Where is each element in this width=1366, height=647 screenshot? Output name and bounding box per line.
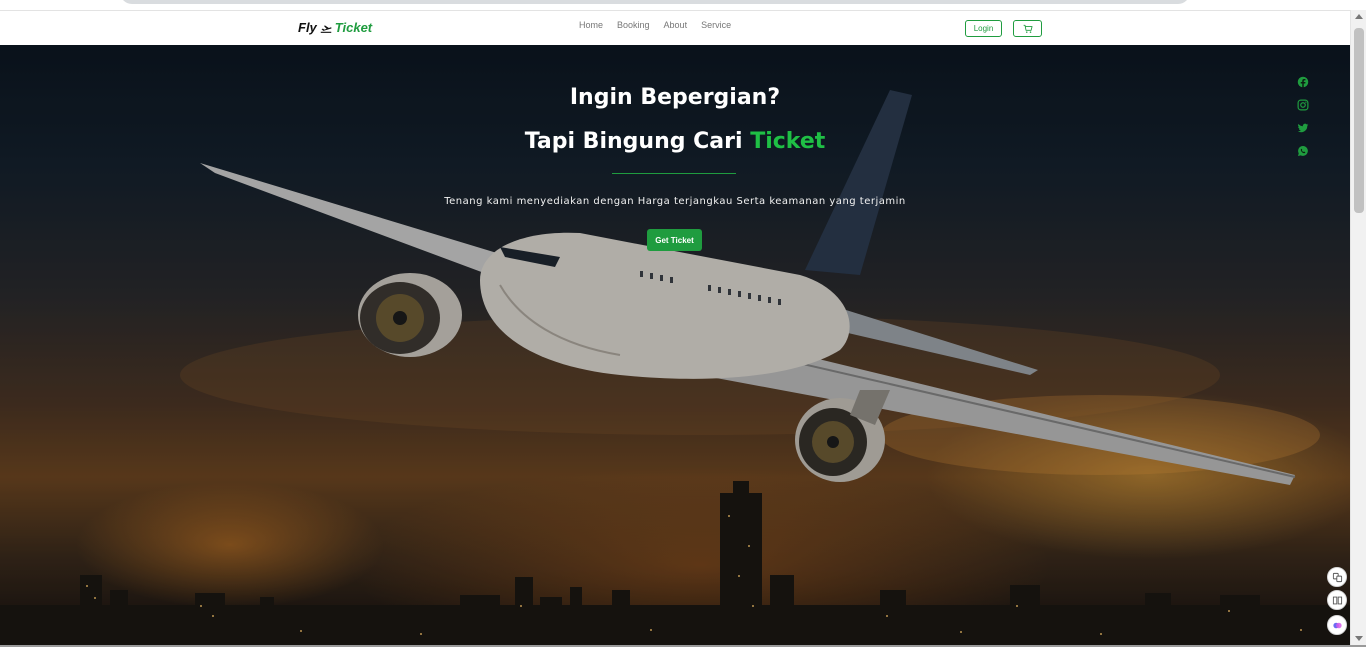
scroll-up-arrow-icon[interactable] [1355,14,1363,19]
navbar: Fly Ticket Home Booking About Service Lo… [0,10,1350,45]
twitter-icon[interactable] [1297,121,1309,135]
whatsapp-icon[interactable] [1297,144,1309,158]
nav-link-about[interactable]: About [664,20,688,30]
hero-headline-prefix: Tapi Bingung Cari [524,129,743,154]
nav-link-home[interactable]: Home [579,20,603,30]
plane-departure-icon [320,24,332,33]
nav-link-booking[interactable]: Booking [617,20,650,30]
scroll-down-arrow-icon[interactable] [1355,636,1363,641]
hero-headline-line1: Ingin Bepergian? [569,85,781,110]
hero-divider [612,173,736,174]
reader-widget-button[interactable] [1327,590,1347,610]
page-scrollbar[interactable] [1350,10,1366,645]
cart-icon [1023,24,1032,33]
book-icon [1332,596,1342,604]
login-button[interactable]: Login [965,20,1002,37]
nav-link-service[interactable]: Service [701,20,731,30]
brand-logo[interactable]: Fly Ticket [298,20,372,35]
cart-button[interactable] [1013,20,1042,37]
social-links [1297,75,1309,158]
brand-ticket: Ticket [334,20,373,35]
assistant-logo-icon [1332,622,1342,628]
brand-fly: Fly [298,20,317,35]
translate-widget-button[interactable] [1327,567,1347,587]
hero-headline-line2: Tapi Bingung Cari Ticket [0,129,1350,154]
scroll-thumb[interactable] [1354,28,1364,213]
browser-tab-bar [120,0,1190,4]
translate-icon [1332,572,1342,582]
browser-strip [0,0,1366,10]
hero-tagline: Tenang kami menyediakan dengan Harga ter… [444,196,906,207]
hero-section: Ingin Bepergian? Tapi Bingung Cari Ticke… [0,45,1350,645]
facebook-icon[interactable] [1297,75,1309,89]
get-ticket-button[interactable]: Get Ticket [647,229,702,251]
instagram-icon[interactable] [1297,98,1309,112]
hero-headline-accent: Ticket [750,129,826,154]
nav-links: Home Booking About Service [579,20,731,30]
assistant-widget-button[interactable] [1327,615,1347,635]
